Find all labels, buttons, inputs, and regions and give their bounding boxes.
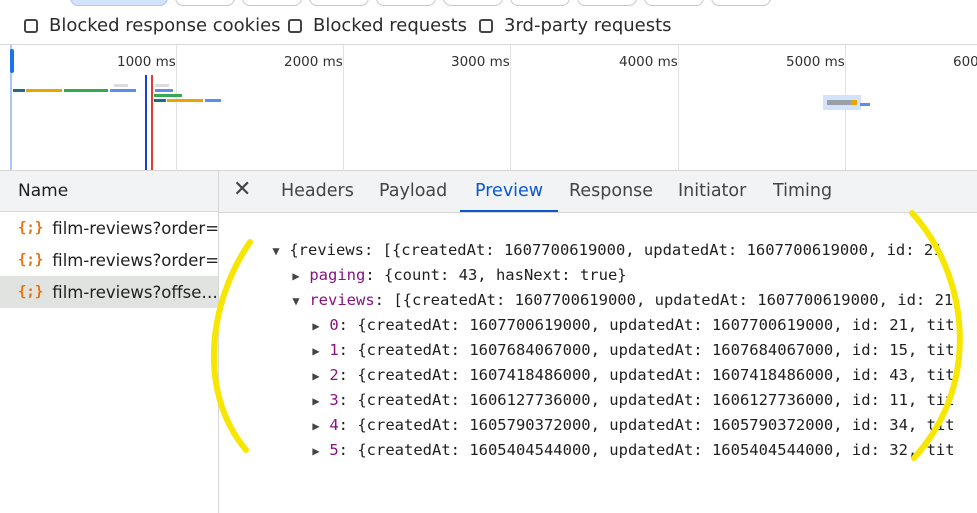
timeline-gridline: [343, 45, 344, 170]
timeline-tick-label: 600: [953, 54, 977, 70]
property-key: 5: [329, 441, 339, 459]
request-bar: [167, 99, 203, 102]
load-event-line: [151, 75, 153, 170]
request-name: film-reviews?order=: [52, 250, 218, 270]
detail-tab-bar: ✕ Headers Payload Preview Response Initi…: [219, 171, 977, 213]
timeline-tick-label: 4000 ms: [619, 54, 678, 70]
timeline-drag-handle[interactable]: [10, 49, 14, 73]
request-list: Name {;} film-reviews?order= {;} film-re…: [0, 171, 219, 513]
request-bar: [154, 94, 182, 97]
request-bar: [205, 99, 221, 102]
filter-chip[interactable]: [376, 0, 436, 6]
checkbox-box[interactable]: [24, 18, 38, 33]
filter-chip[interactable]: [644, 0, 704, 6]
request-bar: [114, 84, 128, 87]
filter-chip[interactable]: [510, 0, 570, 6]
tab-payload[interactable]: Payload: [379, 171, 447, 212]
tab-timing[interactable]: Timing: [773, 171, 832, 212]
blocked-cookies-checkbox[interactable]: Blocked response cookies: [24, 15, 281, 36]
blocked-requests-checkbox[interactable]: Blocked requests: [288, 15, 467, 36]
request-bar: [13, 89, 25, 92]
collapsed-triangle-icon[interactable]: ▶: [312, 444, 329, 458]
request-bar: [64, 89, 108, 92]
request-bar: [851, 100, 857, 105]
filter-bar: Blocked response cookies Blocked request…: [0, 0, 977, 45]
request-row[interactable]: {;} film-reviews?order=: [0, 244, 218, 276]
request-row[interactable]: {;} film-reviews?order=: [0, 212, 218, 244]
filter-chip[interactable]: [242, 0, 302, 6]
xhr-file-icon: {;}: [18, 252, 44, 268]
request-name: film-reviews?order=: [52, 218, 218, 238]
blocked-cookies-label: Blocked response cookies: [49, 15, 281, 36]
name-header-label: Name: [18, 181, 69, 201]
timeline-tick-label: 3000 ms: [451, 54, 510, 70]
property-value: : {createdAt: 1605404544000, updatedAt: …: [338, 441, 955, 459]
network-overview-timeline[interactable]: 1000 ms 2000 ms 3000 ms 4000 ms 5000 ms …: [0, 45, 977, 171]
blocked-requests-label: Blocked requests: [313, 15, 468, 36]
timeline-gridline: [176, 45, 177, 170]
timeline-tick-label: 2000 ms: [284, 54, 343, 70]
request-bar: [154, 99, 166, 102]
request-bar: [26, 89, 62, 92]
tab-preview[interactable]: Preview: [460, 171, 559, 212]
tab-initiator[interactable]: Initiator: [678, 171, 746, 212]
request-bar: [860, 103, 870, 106]
filter-chip[interactable]: [309, 0, 369, 6]
dom-content-loaded-line: [145, 75, 147, 170]
xhr-file-icon: {;}: [18, 220, 44, 236]
filter-chip[interactable]: [577, 0, 637, 6]
name-column-header[interactable]: Name: [0, 171, 218, 212]
request-bar: [110, 89, 136, 92]
request-name: film-reviews?offse…: [52, 282, 218, 302]
filter-chip-all[interactable]: [70, 0, 168, 6]
third-party-checkbox[interactable]: 3rd-party requests: [479, 15, 672, 36]
tree-node-review-item[interactable]: ▶ 5: {createdAt: 1605404544000, updatedAt…: [275, 423, 955, 477]
timeline-tick-label: 1000 ms: [117, 54, 176, 70]
request-bar: [155, 84, 169, 87]
tab-headers[interactable]: Headers: [281, 171, 354, 212]
preview-json-tree: ▼ {reviews: [{createdAt: 1607700619000, u…: [219, 213, 977, 513]
filter-chip[interactable]: [711, 0, 771, 6]
filter-chip[interactable]: [175, 0, 235, 6]
timeline-gridline: [678, 45, 679, 170]
timeline-tick-label: 5000 ms: [786, 54, 845, 70]
checkbox-box[interactable]: [288, 18, 302, 33]
close-icon[interactable]: ✕: [233, 177, 251, 202]
request-row-selected[interactable]: {;} film-reviews?offse…: [0, 276, 218, 308]
third-party-label: 3rd-party requests: [504, 15, 672, 36]
xhr-file-icon: {;}: [18, 284, 44, 300]
timeline-gridline: [510, 45, 511, 170]
tab-response[interactable]: Response: [569, 171, 653, 212]
checkbox-box[interactable]: [479, 18, 493, 33]
filter-chip[interactable]: [443, 0, 503, 6]
request-bar: [155, 89, 173, 92]
